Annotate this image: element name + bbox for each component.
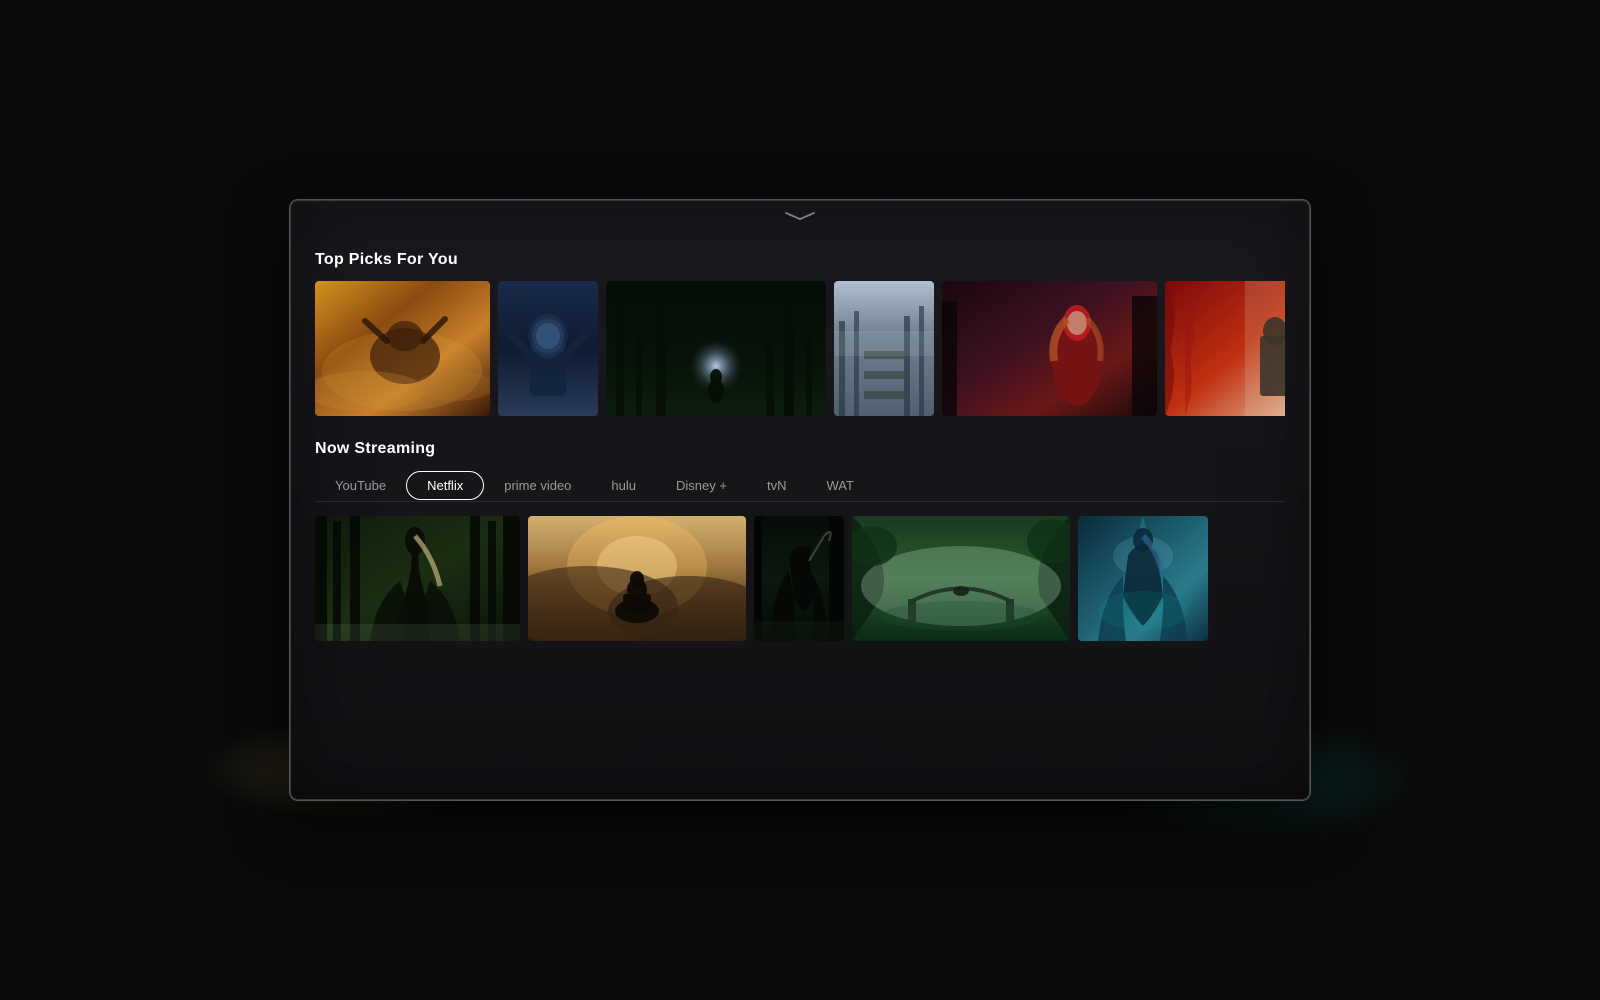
tab-disney[interactable]: Disney +: [656, 470, 747, 501]
top-picks-section: Top Picks For You: [315, 251, 1285, 416]
streaming-card-2[interactable]: [528, 516, 746, 641]
top-pick-card-2[interactable]: [498, 281, 598, 416]
streaming-card-5[interactable]: [1078, 516, 1208, 641]
top-pick-card-4[interactable]: [834, 281, 934, 416]
tab-netflix[interactable]: Netflix: [406, 471, 484, 500]
top-picks-title: Top Picks For You: [315, 251, 1285, 269]
streaming-card-4[interactable]: [852, 516, 1070, 641]
now-streaming-title: Now Streaming: [315, 440, 1285, 458]
tv-screen: Top Picks For You: [291, 231, 1309, 799]
tab-tvn[interactable]: tvN: [747, 470, 807, 501]
tab-hulu[interactable]: hulu: [591, 470, 656, 501]
tab-watc[interactable]: WAT: [806, 470, 873, 501]
streaming-row: [315, 516, 1285, 641]
top-pick-card-1[interactable]: [315, 281, 490, 416]
top-pick-card-5[interactable]: [942, 281, 1157, 416]
streaming-card-1[interactable]: [315, 516, 520, 641]
streaming-card-3[interactable]: [754, 516, 844, 641]
tab-youtube[interactable]: YouTube: [315, 470, 406, 501]
now-streaming-section: Now Streaming YouTube Netflix prime vide…: [315, 440, 1285, 641]
top-picks-row: [315, 281, 1285, 416]
streaming-tabs: YouTube Netflix prime video hulu Disney …: [315, 470, 1285, 502]
tv-frame: Top Picks For You: [290, 200, 1310, 800]
tab-prime[interactable]: prime video: [484, 470, 591, 501]
top-pick-card-3[interactable]: [606, 281, 826, 416]
tv-notch: [780, 209, 820, 223]
top-pick-card-6[interactable]: [1165, 281, 1285, 416]
